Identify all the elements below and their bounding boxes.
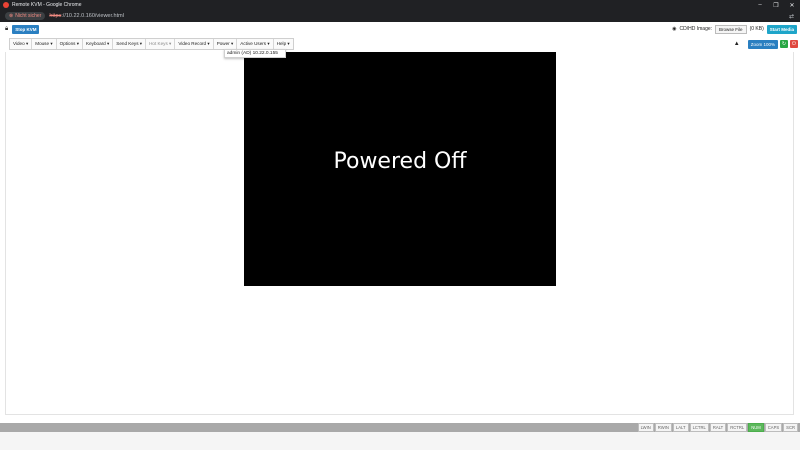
kvm-toolbar: 🔒︎ Stop KVM ◉ CD/HD Image: Browse File (… (0, 22, 800, 36)
active-users-dropdown: admin (AD) 10.22.0.155 (224, 49, 286, 58)
kvm-menubar: Video ▾ Mouse ▾ Options ▾ Keyboard ▾ Sen… (0, 37, 800, 51)
translate-icon[interactable]: ⇄ (789, 13, 794, 20)
key-lctrl[interactable]: LCTRL (689, 423, 709, 432)
minimize-icon[interactable]: – (752, 2, 768, 8)
bottom-strip (0, 432, 800, 450)
menu-active-users[interactable]: Active Users ▾ (237, 39, 274, 49)
menu-mouse[interactable]: Mouse ▾ (32, 39, 57, 49)
menu-power[interactable]: Power ▾ (214, 39, 238, 49)
active-user-entry[interactable]: admin (AD) 10.22.0.155 (227, 51, 278, 56)
menu-hot-keys[interactable]: Hot Keys ▾ (146, 39, 176, 49)
window-title: Remote KVM - Google Chrome (12, 2, 82, 8)
address-bar: ⊗ Nicht sicher https://10.22.0.160/viewe… (0, 10, 800, 22)
browser-titlebar: Remote KVM - Google Chrome – ❐ ✕ (0, 0, 800, 10)
cd-label: CD/HD Image: (679, 26, 713, 32)
menu-help[interactable]: Help ▾ (274, 39, 293, 49)
lock-icon[interactable]: 🔒︎ (5, 26, 8, 33)
warning-icon: ⊗ (9, 13, 14, 19)
stop-kvm-button[interactable]: Stop KVM (12, 24, 40, 34)
key-lalt[interactable]: LALT (672, 423, 689, 432)
key-ralt[interactable]: RALT (709, 423, 727, 432)
status-bar: LWIN RWIN LALT LCTRL RALT RCTRL NUM CAPS… (0, 423, 800, 432)
refresh-icon[interactable]: ↻ (780, 40, 788, 48)
menu-options[interactable]: Options ▾ (57, 39, 84, 49)
disc-icon: ◉ (672, 26, 677, 32)
menubar-actions: ▲ Zoom 100% ↻ ⏻ (734, 39, 798, 49)
restore-icon[interactable]: ❐ (768, 2, 784, 9)
key-lwin[interactable]: LWIN (637, 423, 654, 432)
start-media-button[interactable]: Start Media (766, 24, 797, 34)
key-caps[interactable]: CAPS (764, 423, 783, 432)
security-label: Nicht sicher (15, 13, 42, 19)
close-icon[interactable]: ✕ (784, 2, 800, 9)
key-scr[interactable]: SCR (783, 423, 798, 432)
url-path: ://10.22.0.160/viewer.html (61, 13, 124, 19)
key-num[interactable]: NUM (748, 423, 764, 432)
remote-screen[interactable]: Powered Off (244, 52, 556, 286)
cd-image-area: ◉ CD/HD Image: Browse File (0 KB) (672, 24, 764, 34)
disconnect-icon[interactable]: ⏻ (790, 40, 798, 48)
menu-video-record[interactable]: Video Record ▾ (175, 39, 214, 49)
chrome-icon (3, 2, 9, 8)
menu-keyboard[interactable]: Keyboard ▾ (83, 39, 114, 49)
key-rwin[interactable]: RWIN (654, 423, 672, 432)
address-actions: ⇄ (789, 13, 794, 20)
menu-send-keys[interactable]: Send Keys ▾ (113, 39, 147, 49)
menu-video[interactable]: Video ▾ (10, 39, 33, 49)
url-scheme: https (49, 13, 62, 19)
key-rctrl[interactable]: RCTRL (727, 423, 748, 432)
key-indicators: LWIN RWIN LALT LCTRL RALT RCTRL NUM CAPS… (637, 423, 798, 432)
file-size: (0 KB) (749, 26, 764, 32)
url-field[interactable]: https://10.22.0.160/viewer.html (49, 13, 124, 19)
security-chip[interactable]: ⊗ Nicht sicher (5, 12, 46, 20)
power-status-message: Powered Off (333, 148, 467, 174)
alert-triangle-icon[interactable]: ▲ (734, 41, 740, 47)
browse-file-button[interactable]: Browse File (715, 24, 747, 34)
zoom-button[interactable]: Zoom 100% (747, 39, 778, 49)
